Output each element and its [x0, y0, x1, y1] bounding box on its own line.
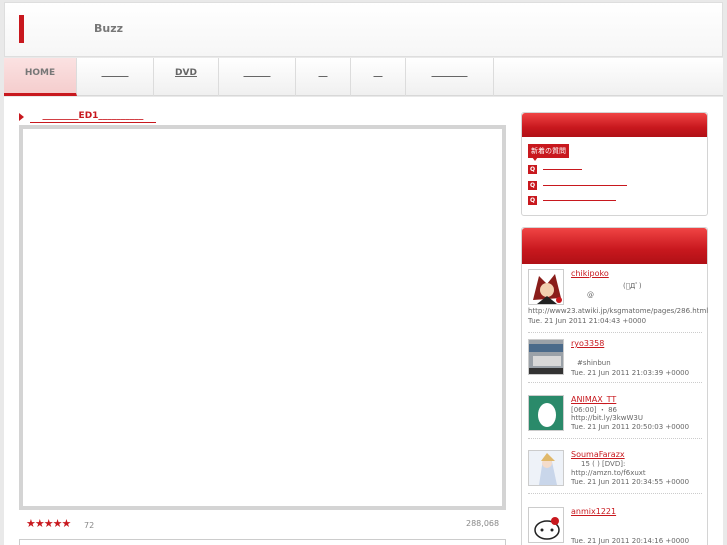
main-nav: HOME ______ DVD ______ __ __ ________: [4, 58, 723, 96]
avatar[interactable]: [528, 450, 564, 486]
video-player[interactable]: [19, 125, 506, 510]
nav-item-home[interactable]: HOME: [4, 58, 77, 96]
tweet-time: Tue. 21 Jun 2011 21:03:39 +0000: [571, 369, 690, 377]
divider: [528, 382, 702, 383]
tweet-text: (ﾟДﾟ): [623, 282, 642, 290]
tweet-item: chikipoko (ﾟДﾟ) @ http://www23.atwiki.jp…: [528, 269, 708, 329]
avatar[interactable]: [528, 395, 564, 431]
tweet-link[interactable]: http://bit.ly/3kwW3U: [571, 414, 643, 422]
site-logo[interactable]: Buzz: [94, 22, 123, 35]
tweets-box: chikipoko (ﾟДﾟ) @ http://www23.atwiki.jp…: [521, 227, 708, 545]
question-link[interactable]: [543, 185, 627, 186]
tweet-user[interactable]: SoumaFarazx: [571, 450, 625, 459]
rating-count: 72: [84, 521, 95, 530]
tweet-item: SoumaFarazx 15 ( ) [DVD]: http://amzn.to…: [528, 450, 702, 490]
site-header: Buzz: [4, 2, 723, 57]
question-icon: Q: [528, 181, 537, 190]
video-title-link[interactable]: ________ED1__________: [30, 111, 156, 123]
nav-item-4[interactable]: ______: [219, 58, 296, 96]
tweet-text: #shinbun: [577, 359, 611, 367]
tweet-user[interactable]: ryo3358: [571, 339, 604, 348]
tweet-time: Tue. 21 Jun 2011 20:50:03 +0000: [571, 423, 690, 431]
divider: [528, 332, 702, 333]
tweet-link[interactable]: http://www23.atwiki.jp/ksgmatome/pages/2…: [528, 307, 708, 315]
tweet-item: anmix1221 Tue. 21 Jun 2011 20:14:16 +000…: [528, 507, 702, 545]
tweets-box-header: [522, 228, 707, 264]
nav-item-5[interactable]: __: [296, 58, 351, 96]
tweet-item: ANIMAX_TT [06:00] ・ 86 http://bit.ly/3kw…: [528, 395, 702, 435]
avatar[interactable]: [528, 269, 564, 305]
logo-mark: [19, 15, 24, 43]
comments-box: [19, 539, 506, 545]
avatar[interactable]: [528, 339, 564, 375]
avatar[interactable]: [528, 507, 564, 543]
question-icon: Q: [528, 196, 537, 205]
tweet-link[interactable]: http://amzn.to/f6xuxt: [571, 469, 646, 477]
view-count: 288,068: [466, 519, 500, 528]
nav-item-6[interactable]: __: [351, 58, 406, 96]
tweet-time: Tue. 21 Jun 2011 20:14:16 +0000: [571, 537, 690, 545]
nav-item-7[interactable]: ________: [406, 58, 494, 96]
divider: [528, 438, 702, 439]
tweet-time: Tue. 21 Jun 2011 20:34:55 +0000: [571, 478, 690, 486]
nav-item-dvd[interactable]: DVD: [154, 58, 219, 96]
question-link[interactable]: [543, 169, 582, 170]
divider: [528, 493, 702, 494]
tweet-text: @: [587, 291, 594, 299]
tweet-time: Tue. 21 Jun 2011 21:04:43 +0000: [528, 317, 647, 325]
tweet-item: ryo3358 #shinbun Tue. 21 Jun 2011 21:03:…: [528, 339, 702, 379]
nav-item-2[interactable]: ______: [77, 58, 154, 96]
questions-box-header: [522, 113, 707, 137]
tweet-user[interactable]: ANIMAX_TT: [571, 395, 616, 404]
rating-stars[interactable]: ★★★★★: [26, 517, 71, 530]
tweet-user[interactable]: chikipoko: [571, 269, 609, 278]
question-icon: Q: [528, 165, 537, 174]
questions-badge: 新着の質問: [528, 144, 569, 158]
page-content: ________ED1__________ ★★★★★ 72 288,068 新…: [4, 97, 723, 545]
question-link[interactable]: [543, 200, 616, 201]
badge-pointer: [532, 157, 538, 161]
tweet-user[interactable]: anmix1221: [571, 507, 616, 516]
arrow-right-icon: [19, 113, 24, 121]
tweet-text: 15 ( ) [DVD]:: [581, 460, 626, 468]
questions-box: 新着の質問 Q Q Q: [521, 112, 708, 216]
